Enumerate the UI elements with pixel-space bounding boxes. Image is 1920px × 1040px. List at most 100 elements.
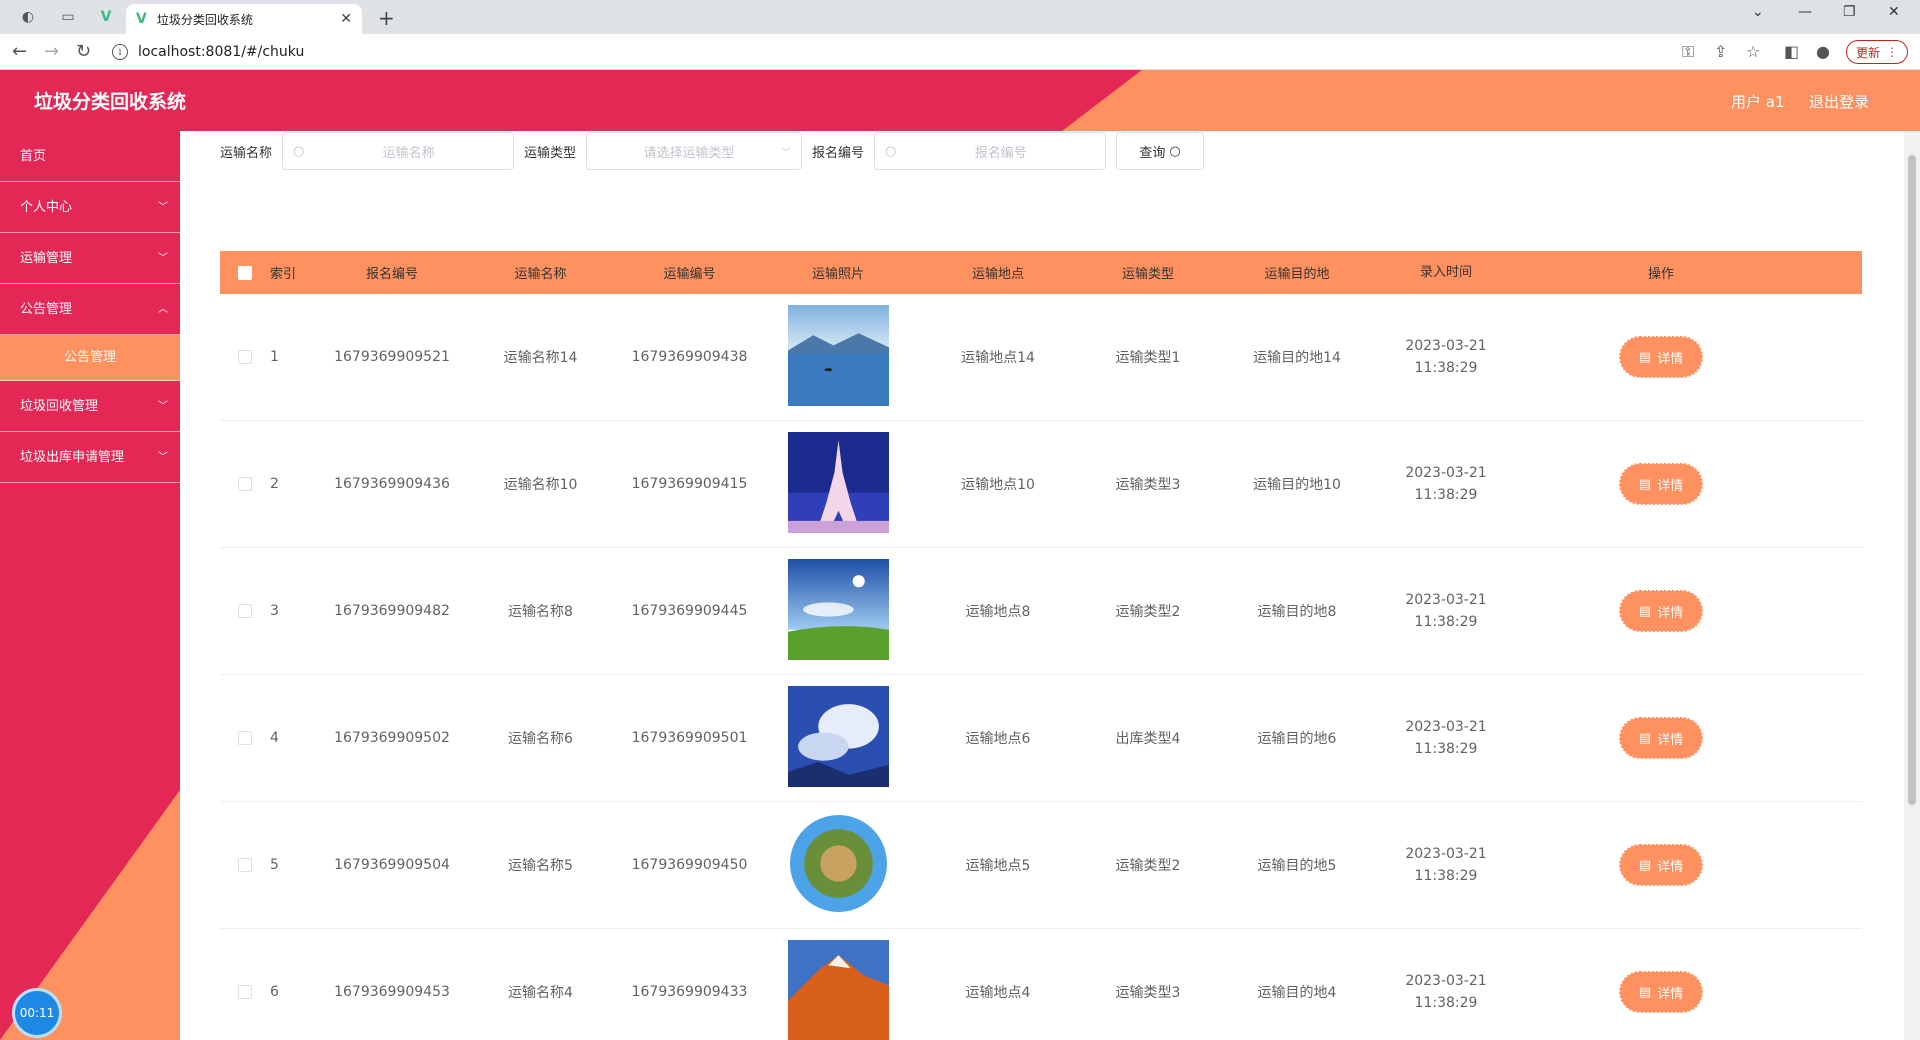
cell-time: 2023-03-21 11:38:29: [1405, 592, 1487, 630]
col-header-location: 运输地点: [971, 267, 1024, 282]
sidebar-item-label: 垃圾出库申请管理: [20, 450, 125, 465]
app-header: 垃圾分类回收系统 用户 a1 退出登录: [0, 70, 1920, 131]
transport-photo[interactable]: [787, 939, 889, 1040]
tab-title: 垃圾分类回收系统: [156, 12, 253, 27]
cell-action: ▤ 详情: [1496, 590, 1826, 632]
col-header-destination: 运输目的地: [1264, 267, 1330, 282]
forward-arrow-icon[interactable]: →: [44, 41, 59, 62]
sidebar: 首页 个人中心 ﹀ 运输管理 ﹀ 公告管理 ︿ 公告管理 垃圾回收管理 ﹀ 垃圾…: [0, 131, 180, 1040]
bm-search-input[interactable]: ○ 报名编号: [874, 132, 1107, 170]
url-text: localhost:8081/#/chuku: [138, 44, 305, 60]
share-icon[interactable]: ⇪: [1714, 42, 1727, 61]
page-scrollbar[interactable]: [1904, 131, 1920, 1040]
vue-logo-icon: V: [136, 11, 147, 27]
cell-action: ▤ 详情: [1496, 717, 1826, 759]
sidebar-item-outbound[interactable]: 垃圾出库申请管理 ﹀: [0, 432, 180, 483]
side-panel-icon[interactable]: ◧: [1784, 42, 1799, 61]
close-tab-icon[interactable]: ✕: [340, 11, 352, 27]
logout-link[interactable]: 退出登录: [1809, 91, 1869, 112]
cell-index: 2: [270, 476, 279, 492]
search-icon: ○: [1169, 143, 1181, 159]
cell-action: ▤ 详情: [1496, 844, 1826, 886]
bookmark-star-icon[interactable]: ☆: [1746, 42, 1760, 61]
transport-photo[interactable]: [787, 685, 889, 791]
cell-index: 3: [270, 603, 279, 619]
detail-button[interactable]: ▤ 详情: [1619, 590, 1703, 632]
sidebar-item-recycle[interactable]: 垃圾回收管理 ﹀: [0, 381, 180, 432]
document-icon: ▤: [1638, 730, 1652, 746]
col-header-bm: 报名编号: [365, 267, 418, 282]
detail-button[interactable]: ▤ 详情: [1619, 717, 1703, 759]
scrollbar-thumb[interactable]: [1908, 155, 1916, 805]
detail-label: 详情: [1657, 478, 1684, 494]
minimize-icon[interactable]: —: [1798, 4, 1812, 20]
query-button[interactable]: 查询 ○: [1116, 132, 1205, 170]
sidebar-item-personal-center[interactable]: 个人中心 ﹀: [0, 182, 180, 233]
recording-timer[interactable]: 00:11: [12, 988, 62, 1038]
cell-destination: 运输目的地10: [1253, 477, 1341, 493]
chevron-down-icon: ﹀: [158, 401, 168, 412]
sidebar-item-label: 运输管理: [20, 251, 73, 266]
browser-update-button[interactable]: 更新 ⋮: [1846, 40, 1908, 64]
document-icon: ▤: [1638, 349, 1652, 365]
transport-photo[interactable]: [787, 304, 889, 410]
row-checkbox[interactable]: [238, 731, 252, 745]
cell-type: 运输类型2: [1115, 604, 1181, 620]
new-tab-icon[interactable]: +: [378, 6, 395, 30]
sidebar-item-announcement[interactable]: 公告管理 ︿: [0, 284, 180, 335]
back-arrow-icon[interactable]: ←: [12, 41, 27, 62]
cell-location: 运输地点10: [961, 477, 1035, 493]
row-checkbox[interactable]: [238, 985, 252, 999]
cell-no: 1679369909438: [631, 349, 748, 365]
row-checkbox[interactable]: [238, 350, 252, 364]
cell-action: ▤ 详情: [1496, 336, 1826, 378]
select-all-checkbox[interactable]: [238, 265, 252, 280]
name-search-input[interactable]: ○ 运输名称: [282, 132, 515, 170]
cell-time: 2023-03-21 11:38:29: [1405, 846, 1487, 884]
pinned-tab-globe-icon[interactable]: ◐: [14, 6, 42, 28]
type-select[interactable]: 请选择运输类型 ﹀: [586, 132, 803, 170]
document-icon: ▤: [1638, 857, 1652, 873]
cell-bm: 1679369909436: [334, 476, 450, 492]
detail-button[interactable]: ▤ 详情: [1619, 336, 1703, 378]
cell-location: 运输地点8: [965, 604, 1031, 620]
close-window-icon[interactable]: ✕: [1888, 4, 1900, 20]
transport-photo[interactable]: [787, 431, 889, 537]
cell-index: 5: [270, 857, 279, 873]
detail-button[interactable]: ▤ 详情: [1619, 971, 1703, 1013]
name-placeholder: 运输名称: [382, 145, 435, 161]
tab-search-icon[interactable]: ⌄: [1752, 4, 1764, 20]
table-row: 6 1679369909453 运输名称4 1679369909433 运输地点4 运输类…: [220, 929, 1862, 1040]
profile-avatar-icon[interactable]: ●: [1816, 42, 1830, 61]
cell-type: 运输类型1: [1115, 350, 1181, 366]
pinned-tab-vue-icon[interactable]: V: [92, 6, 120, 28]
bm-placeholder: 报名编号: [974, 145, 1027, 161]
col-header-time: 录入时间: [1419, 264, 1472, 280]
cell-photo: [778, 812, 898, 918]
site-info-icon[interactable]: i: [112, 44, 128, 60]
sidebar-item-home[interactable]: 首页: [0, 131, 180, 182]
sidebar-item-transport[interactable]: 运输管理 ﹀: [0, 233, 180, 284]
url-field[interactable]: i localhost:8081/#/chuku: [112, 39, 1672, 65]
reload-icon[interactable]: ↻: [76, 41, 91, 62]
transport-photo[interactable]: [787, 558, 889, 664]
cell-no: 1679369909433: [631, 984, 748, 1000]
cell-time: 2023-03-21 11:38:29: [1405, 719, 1487, 757]
row-checkbox[interactable]: [238, 604, 252, 618]
active-tab[interactable]: V 垃圾分类回收系统 ✕: [126, 4, 362, 34]
row-checkbox[interactable]: [238, 477, 252, 491]
cell-destination: 运输目的地4: [1257, 985, 1337, 1001]
detail-button[interactable]: ▤ 详情: [1619, 844, 1703, 886]
transport-photo[interactable]: [787, 812, 889, 918]
cell-time: 2023-03-21 11:38:29: [1405, 973, 1487, 1011]
key-icon[interactable]: ⚿: [1682, 42, 1694, 62]
detail-button[interactable]: ▤ 详情: [1619, 463, 1703, 505]
transport-table: 索引 报名编号 运输名称 运输编号 运输照片 运输地点 运输类型 运输目的地 录…: [220, 251, 1862, 1040]
restore-icon[interactable]: ❐: [1843, 4, 1856, 20]
chevron-down-icon: ﹀: [158, 202, 168, 213]
sidebar-subitem-announcement[interactable]: 公告管理: [0, 335, 180, 381]
row-checkbox[interactable]: [238, 858, 252, 872]
pinned-tab-page-icon[interactable]: ▭: [54, 6, 82, 28]
cell-name: 运输名称14: [503, 350, 578, 366]
cell-destination: 运输目的地6: [1257, 731, 1337, 747]
